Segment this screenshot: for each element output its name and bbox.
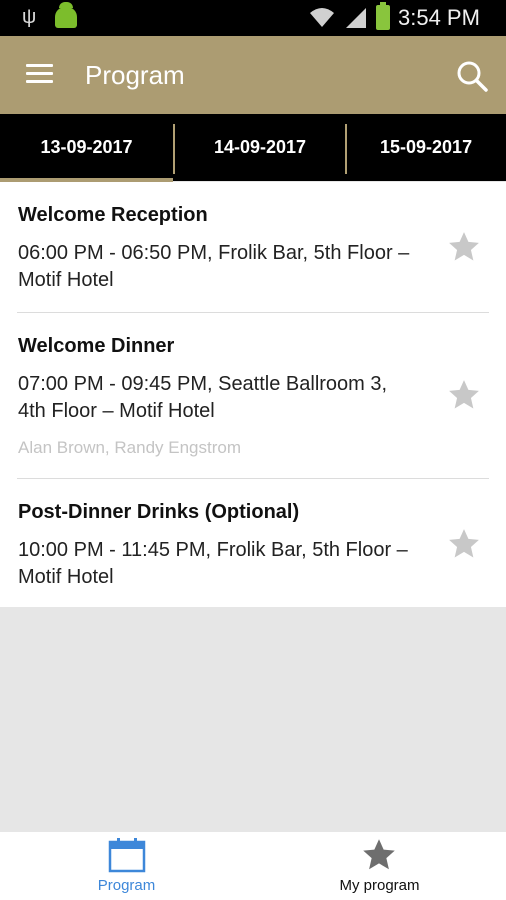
session-title: Post-Dinner Drinks (Optional)	[18, 501, 300, 523]
star-icon[interactable]	[447, 378, 481, 412]
tab-13-09-2017[interactable]: 13-09-2017	[0, 114, 173, 181]
status-bar: ψ 3:54 PM	[0, 0, 506, 36]
star-icon[interactable]	[447, 527, 481, 561]
android-debug-icon	[55, 2, 77, 28]
tab-divider	[173, 124, 175, 174]
session-item[interactable]: Welcome Reception 06:00 PM - 06:50 PM, F…	[0, 182, 506, 312]
session-item[interactable]: Welcome Dinner 07:00 PM - 09:45 PM, Seat…	[0, 313, 506, 478]
session-title: Welcome Reception	[18, 204, 208, 226]
wifi-icon	[310, 8, 334, 27]
nav-program-label: Program	[97, 877, 156, 894]
signal-icon	[346, 8, 366, 28]
nav-my-program[interactable]: My program	[253, 832, 506, 900]
date-tabs: 13-09-2017 14-09-2017 15-09-2017	[0, 114, 506, 181]
battery-icon	[376, 2, 390, 30]
session-details: 10:00 PM - 11:45 PM, Frolik Bar, 5th Flo…	[18, 539, 408, 588]
session-details: 07:00 PM - 09:45 PM, Seattle Ballroom 3,…	[18, 373, 388, 422]
session-title: Welcome Dinner	[18, 335, 175, 357]
tab-divider	[345, 124, 347, 174]
tab-15-09-2017[interactable]: 15-09-2017	[347, 114, 506, 181]
bottom-nav: Program My program	[0, 832, 506, 900]
usb-icon: ψ	[22, 6, 37, 28]
menu-icon[interactable]	[26, 64, 53, 84]
session-speakers: Alan Brown, Randy Engstrom	[18, 438, 241, 457]
status-time: 3:54 PM	[398, 5, 480, 30]
session-item[interactable]: Post-Dinner Drinks (Optional) 10:00 PM -…	[0, 479, 506, 607]
star-icon	[363, 839, 395, 870]
tab-14-09-2017[interactable]: 14-09-2017	[175, 114, 345, 181]
nav-my-program-label: My program	[339, 877, 420, 894]
session-list: Welcome Reception 06:00 PM - 06:50 PM, F…	[0, 182, 506, 607]
session-details: 06:00 PM - 06:50 PM, Frolik Bar, 5th Flo…	[18, 242, 410, 291]
calendar-icon	[108, 838, 146, 873]
nav-program[interactable]: Program	[0, 832, 253, 900]
star-icon[interactable]	[447, 230, 481, 264]
page-title: Program	[85, 60, 185, 90]
search-icon[interactable]	[455, 59, 489, 93]
app-bar: Program	[0, 36, 506, 114]
